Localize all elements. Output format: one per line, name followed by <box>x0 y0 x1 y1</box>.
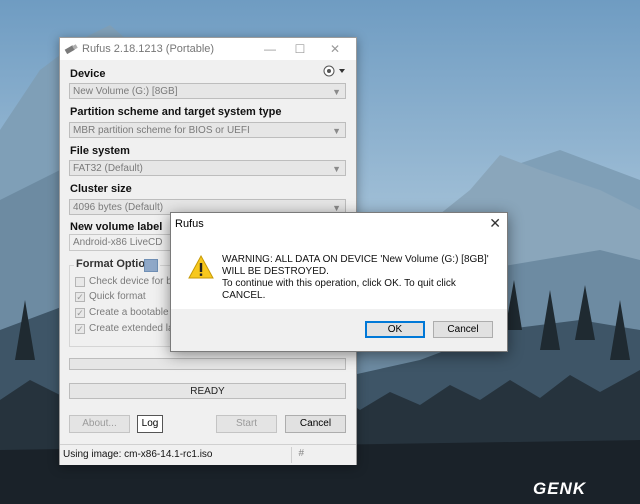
chevron-down-icon: ▼ <box>332 126 341 136</box>
progress-bar <box>69 358 346 370</box>
dialog-close-icon[interactable]: ✕ <box>489 215 501 232</box>
dialog-instruction-line: To continue with this operation, click O… <box>222 278 456 301</box>
ok-button[interactable]: OK <box>365 321 425 338</box>
status-bar-separator <box>291 447 292 463</box>
window-title: Rufus 2.18.1213 (Portable) <box>82 43 215 55</box>
usb-drive-icon <box>64 44 78 55</box>
about-button[interactable]: About... <box>69 415 130 433</box>
chevron-down-icon: ▼ <box>332 87 341 97</box>
filesystem-select[interactable]: FAT32 (Default) ▼ <box>69 160 346 176</box>
maximize-button[interactable]: ☐ <box>288 40 312 58</box>
extended-label-checkbox[interactable]: ✓ <box>75 324 85 334</box>
settings-icon[interactable] <box>322 64 346 78</box>
warning-dialog: Rufus ✕ WARNING: ALL DATA ON DEVICE 'New… <box>170 212 508 352</box>
bootable-label: Create a bootable c <box>89 307 177 318</box>
dialog-warning-line: WARNING: ALL DATA ON DEVICE 'New Volume … <box>222 254 489 277</box>
hash-button[interactable]: # <box>298 448 304 459</box>
quick-format-checkbox[interactable]: ✓ <box>75 292 85 302</box>
volume-label-label: New volume label <box>70 221 163 233</box>
partition-label: Partition scheme and target system type <box>70 106 282 118</box>
format-options-toggle[interactable] <box>144 259 158 272</box>
warning-icon <box>188 255 214 279</box>
check-device-checkbox[interactable] <box>75 277 85 287</box>
device-select[interactable]: New Volume (G:) [8GB] ▼ <box>69 83 346 99</box>
watermark-logo: GENK <box>533 479 587 498</box>
bootable-checkbox[interactable]: ✓ <box>75 308 85 318</box>
cancel-button[interactable]: Cancel <box>285 415 346 433</box>
start-button[interactable]: Start <box>216 415 277 433</box>
extended-label-label: Create extended lab <box>89 323 180 334</box>
minimize-button[interactable]: — <box>258 40 282 58</box>
quick-format-label: Quick format <box>89 291 146 302</box>
status-bar: Using image: cm-x86-14.1-rc1.iso # <box>60 444 356 465</box>
check-device-label: Check device for ba <box>89 276 178 287</box>
filesystem-label: File system <box>70 145 130 157</box>
dialog-message: WARNING: ALL DATA ON DEVICE 'New Volume … <box>222 254 497 302</box>
title-bar[interactable]: Rufus 2.18.1213 (Portable) — ☐ ✕ <box>60 38 356 60</box>
dialog-footer: OK Cancel <box>171 309 507 351</box>
cluster-label: Cluster size <box>70 183 132 195</box>
device-label: Device <box>70 68 106 80</box>
dialog-title: Rufus <box>175 218 204 230</box>
chevron-down-icon: ▼ <box>332 164 341 174</box>
log-button[interactable]: Log <box>137 415 163 433</box>
close-button[interactable]: ✕ <box>323 40 347 58</box>
status-text: READY <box>69 383 346 399</box>
status-bar-text: Using image: cm-x86-14.1-rc1.iso <box>63 449 213 460</box>
dialog-cancel-button[interactable]: Cancel <box>433 321 493 338</box>
partition-select[interactable]: MBR partition scheme for BIOS or UEFI ▼ <box>69 122 346 138</box>
